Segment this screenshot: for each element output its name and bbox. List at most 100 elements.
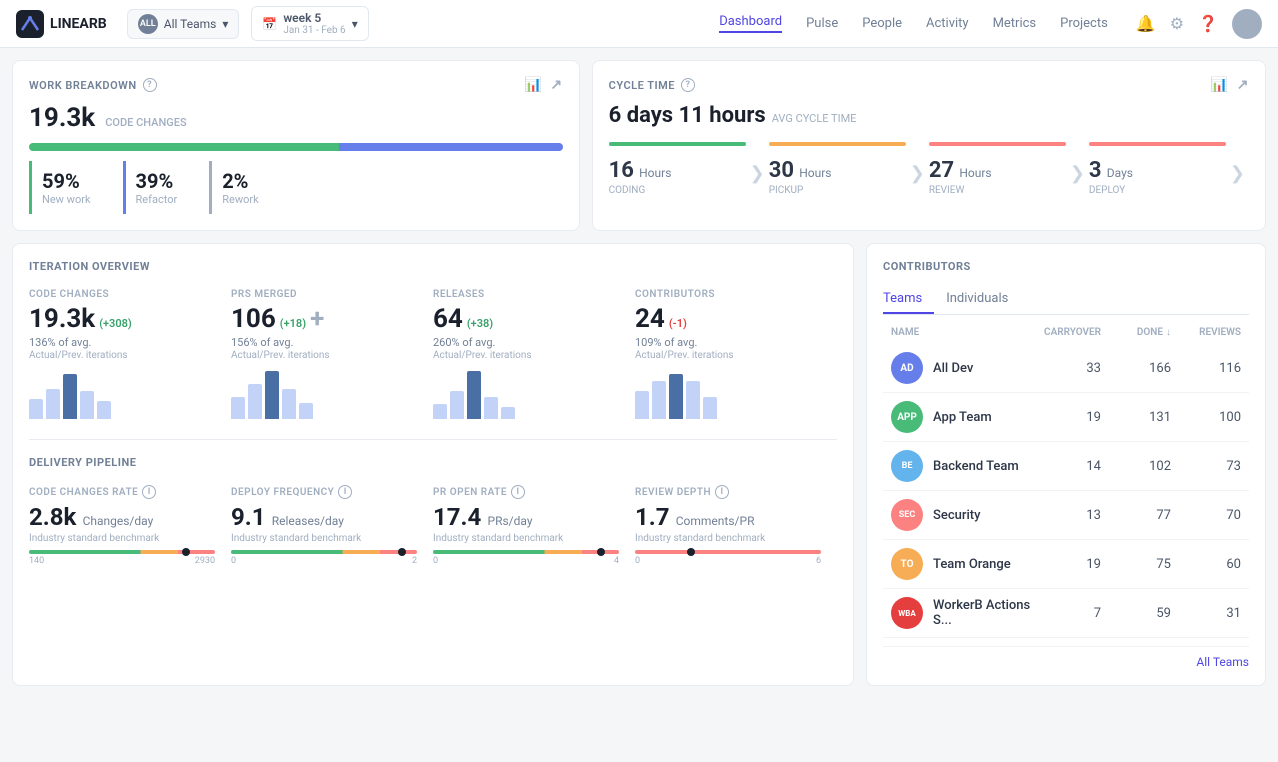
cycle-expand-icon[interactable]: ↗ (1237, 77, 1249, 93)
delivery-pr-info-icon[interactable]: i (511, 485, 525, 499)
expand-icon[interactable]: ↗ (550, 77, 562, 93)
bar-1 (29, 399, 43, 419)
iter-prs-add[interactable]: + (310, 304, 324, 334)
week-dates: Jan 31 - Feb 6 (283, 25, 345, 36)
delivery-pr-bench: Industry standard benchmark (433, 533, 619, 544)
delivery-pr-labels: 0 4 (433, 556, 619, 566)
iter-code-label: CODE CHANGES (29, 289, 215, 300)
bar-chart-icon[interactable]: 📊 (524, 77, 542, 93)
week-selector[interactable]: 📅 week 5 Jan 31 - Feb 6 ▾ (251, 6, 368, 41)
nav-projects[interactable]: Projects (1060, 16, 1108, 31)
team-carryover-security: 13 (1031, 508, 1101, 523)
list-item: WBA WorkerB Actions S... 7 59 31 (883, 589, 1249, 638)
cycle-bar-chart-icon[interactable]: 📊 (1211, 77, 1229, 93)
new-work-pct: 59% (42, 169, 91, 193)
rel-bar-2 (450, 391, 464, 419)
header-done[interactable]: DONE ↓ (1101, 327, 1171, 338)
delivery-title: DELIVERY PIPELINE (29, 456, 837, 469)
team-name-security: Security (933, 508, 1031, 523)
iter-releases: RELEASES 64 (+38) 260% of avg. Actual/Pr… (433, 289, 635, 419)
user-avatar[interactable] (1232, 9, 1262, 39)
pickup-num-row: 30 Hours (769, 158, 906, 183)
nav-metrics[interactable]: Metrics (993, 16, 1037, 31)
nav-activity[interactable]: Activity (926, 16, 969, 31)
nav-links: Dashboard Pulse People Activity Metrics … (719, 14, 1108, 33)
prs-bar-2 (248, 384, 262, 419)
cycle-time-actions: 📊 ↗ (1211, 77, 1249, 93)
logo-text: LINEARB (50, 16, 107, 32)
nav-people[interactable]: People (862, 16, 902, 31)
nav-pulse[interactable]: Pulse (806, 16, 838, 31)
delivery-review-bench: Industry standard benchmark (635, 533, 821, 544)
iter-releases-link[interactable]: Actual/Prev. iterations (433, 350, 619, 361)
arrow-1: ❯ (746, 155, 769, 184)
all-badge: ALL (138, 14, 158, 34)
rel-bar-3 (467, 371, 481, 419)
team-name-alldev: All Dev (933, 361, 1031, 376)
team-carryover-backend: 14 (1031, 459, 1101, 474)
bell-icon[interactable]: 🔔 (1136, 14, 1156, 33)
iter-prs-label: PRS MERGED (231, 289, 417, 300)
gear-icon[interactable]: ⚙ (1170, 14, 1184, 33)
rel-bar-1 (433, 404, 447, 419)
delivery-deploy-value: 9.1 (231, 503, 266, 531)
bar-2 (46, 389, 60, 419)
deploy-num-row: 3 Days (1089, 158, 1226, 183)
cycle-value-row: 6 days 11 hours AVG CYCLE TIME (609, 103, 1249, 128)
delivery-pr-min: 0 (433, 556, 438, 566)
delivery-code-indicator (182, 548, 190, 556)
deploy-stage: 3 Days DEPLOY (1089, 142, 1226, 196)
team-selector-label: All Teams (164, 17, 217, 31)
review-label: REVIEW (929, 185, 1066, 196)
nav-dashboard[interactable]: Dashboard (719, 14, 782, 33)
team-selector[interactable]: ALL All Teams ▾ (127, 9, 240, 39)
delivery-review-bar (635, 550, 821, 554)
iter-prs-link[interactable]: Actual/Prev. iterations (231, 350, 417, 361)
delivery-code-max: 2930 (195, 556, 215, 566)
delivery-pr-max: 4 (614, 556, 619, 566)
team-avatar-orange: TO (891, 548, 923, 580)
review-bar (929, 142, 1066, 146)
coding-label: CODING (609, 185, 746, 196)
iter-code-value-row: 19.3k (+308) (29, 304, 215, 334)
delivery-deploy-max: 2 (412, 556, 417, 566)
cycle-time-title: CYCLE TIME ? 📊 ↗ (609, 77, 1249, 93)
team-name-backend: Backend Team (933, 459, 1031, 474)
team-name-appteam: App Team (933, 410, 1031, 425)
cycle-time-info-icon[interactable]: ? (681, 78, 695, 92)
delivery-code-info-icon[interactable]: i (142, 485, 156, 499)
iter-prs-bars (231, 369, 417, 419)
iter-code-bars (29, 369, 215, 419)
iter-prs: PRS MERGED 106 (+18) + 156% of avg. Actu… (231, 289, 433, 419)
iter-code-link[interactable]: Actual/Prev. iterations (29, 350, 215, 361)
delivery-review-info-icon[interactable]: i (715, 485, 729, 499)
delivery-code-unit: Changes/day (83, 514, 154, 528)
delivery-deploy-labels: 0 2 (231, 556, 417, 566)
rel-bar-5 (501, 407, 515, 419)
cycle-time-card: CYCLE TIME ? 📊 ↗ 6 days 11 hours AVG CYC… (592, 60, 1266, 231)
coding-num: 16 (609, 158, 634, 183)
team-reviews-workerb: 31 (1171, 606, 1241, 621)
work-breakdown-info-icon[interactable]: ? (143, 78, 157, 92)
refactor-metric: 39% Refactor (123, 161, 194, 214)
team-avatar-security: SEC (891, 499, 923, 531)
arrow-3: ❯ (1066, 155, 1089, 184)
iter-contributors-link[interactable]: Actual/Prev. iterations (635, 350, 821, 361)
tab-individuals[interactable]: Individuals (934, 285, 1020, 314)
team-done-workerb: 59 (1101, 606, 1171, 621)
delivery-review-unit: Comments/PR (676, 514, 755, 528)
cycle-stages: 16 Hours CODING ❯ 30 Hours PICKUP ❯ (609, 142, 1249, 196)
delivery-deploy-info-icon[interactable]: i (338, 485, 352, 499)
iter-releases-badge: (+38) (467, 317, 493, 330)
coding-unit: Hours (639, 166, 671, 180)
all-teams-link[interactable]: All Teams (883, 646, 1249, 669)
deploy-label: DEPLOY (1089, 185, 1226, 196)
delivery-review-indicator (687, 548, 695, 556)
tab-teams[interactable]: Teams (883, 285, 934, 314)
arrow-4: ❯ (1226, 155, 1249, 184)
pickup-num: 30 (769, 158, 794, 183)
prs-bar-3 (265, 371, 279, 419)
help-icon[interactable]: ❓ (1198, 14, 1218, 33)
rework-metric: 2% Rework (209, 161, 274, 214)
review-unit: Hours (959, 166, 991, 180)
